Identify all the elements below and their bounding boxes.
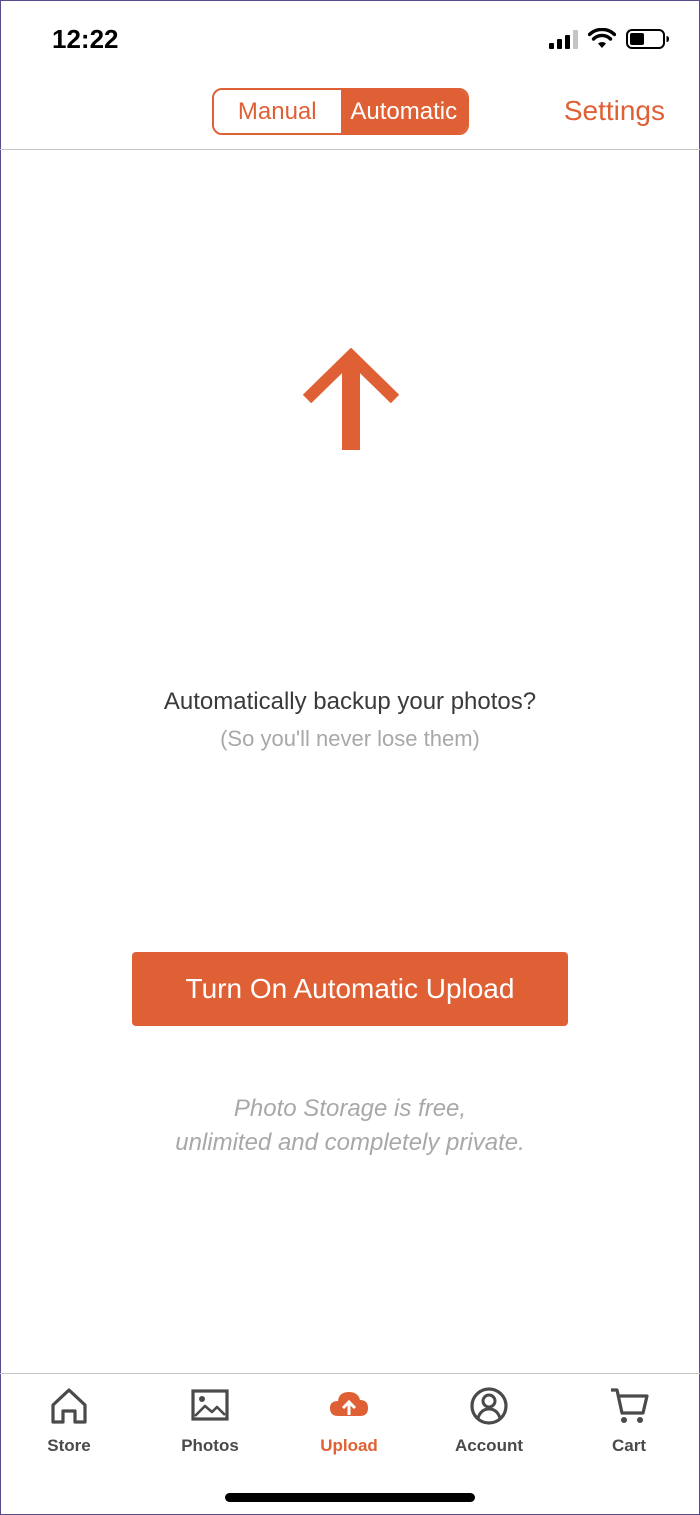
storage-note: Photo Storage is free, unlimited and com… — [0, 1092, 700, 1160]
account-icon — [470, 1387, 508, 1425]
cart-icon — [611, 1388, 649, 1423]
tab-photos[interactable]: Photos — [150, 1384, 270, 1456]
upload-arrow-icon — [302, 348, 400, 450]
upload-mode-segmented-control: Manual Automatic — [212, 88, 469, 135]
tab-cart[interactable]: Cart — [569, 1384, 689, 1456]
tab-store-label: Store — [47, 1436, 91, 1455]
turn-on-automatic-upload-button[interactable]: Turn On Automatic Upload — [132, 952, 568, 1026]
status-icons — [549, 28, 670, 50]
home-indicator — [225, 1493, 475, 1502]
battery-icon — [626, 29, 669, 49]
backup-prompt: Automatically backup your photos? — [163, 688, 537, 715]
tab-bar: Store Photos Upload Account Cart — [0, 1374, 700, 1464]
segment-automatic[interactable]: Automatic — [340, 90, 467, 133]
tab-account-label: Account — [455, 1436, 523, 1455]
tab-photos-label: Photos — [181, 1436, 239, 1455]
tab-upload-label: Upload — [320, 1436, 378, 1455]
storage-note-line-2: unlimited and completely private. — [175, 1129, 525, 1156]
cloud-upload-icon — [330, 1392, 368, 1416]
tab-upload[interactable]: Upload — [289, 1384, 409, 1456]
header-divider — [0, 149, 700, 150]
cellular-signal-icon — [549, 29, 578, 49]
backup-subprompt: (So you'll never lose them) — [220, 726, 480, 751]
segment-manual[interactable]: Manual — [214, 90, 341, 133]
settings-button[interactable]: Settings — [564, 95, 665, 127]
photo-icon — [191, 1389, 229, 1421]
tab-store[interactable]: Store — [9, 1384, 129, 1456]
storage-note-line-1: Photo Storage is free, — [233, 1095, 467, 1122]
tab-cart-label: Cart — [611, 1436, 646, 1455]
wifi-icon — [588, 28, 616, 48]
status-time: 12:22 — [52, 24, 119, 54]
home-icon — [51, 1388, 87, 1424]
screen-frame — [0, 0, 700, 1515]
tab-account[interactable]: Account — [429, 1384, 549, 1456]
